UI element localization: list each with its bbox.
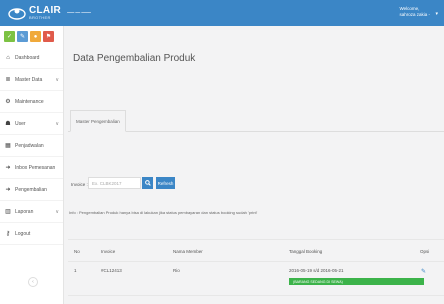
cogs-icon: ⚙ — [5, 99, 11, 105]
header-invoice: Invoice — [101, 249, 116, 254]
refresh-button[interactable]: Refresh — [156, 177, 175, 189]
arrow-right-icon: ➜ — [5, 165, 11, 171]
header-no: No — [74, 249, 80, 254]
sidebar-shortcuts: ✓ ✎ ● ⚑ — [0, 26, 63, 42]
table-header: No Invoice Nama Member Tanggal Booking O… — [68, 239, 444, 262]
returns-table: No Invoice Nama Member Tanggal Booking O… — [68, 239, 444, 296]
logo-mark-icon — [8, 6, 26, 20]
search-button[interactable] — [142, 177, 153, 189]
sidebar-item-master-data[interactable]: ≣ Master Data ∨ — [0, 69, 63, 91]
sidebar-item-logout[interactable]: ⚷ Logout — [0, 223, 63, 245]
flag-icon: ⚑ — [45, 34, 52, 40]
table-row: 1 #CL12413 Rio 2016-05-19 s/d 2016-05-21… — [68, 262, 444, 296]
top-navbar: CLAIR BROTHER ━━━ ━━ ━━━━ Welcome, sahro… — [0, 0, 444, 26]
calendar-icon: ▦ — [5, 143, 11, 149]
row-invoice: #CL12413 — [101, 268, 122, 273]
header-member: Nama Member — [173, 249, 203, 254]
grid-icon: ▥ — [5, 209, 11, 215]
sidebar-item-label: Pengembalian — [15, 186, 47, 193]
sidebar-item-label: Logout — [15, 230, 31, 237]
pencil-icon: ✎ — [19, 34, 26, 40]
sidebar-item-label: Laporan — [15, 208, 34, 215]
row-no: 1 — [74, 268, 77, 273]
main-content: Data Pengembalian Produk Master Pengemba… — [64, 26, 444, 304]
search-icon — [144, 180, 151, 186]
shortcut-pencil-button[interactable]: ✎ — [17, 31, 28, 42]
arrow-right-icon: ➜ — [5, 187, 11, 193]
chevron-left-icon: ‹ — [32, 279, 34, 285]
sidebar-item-pengembalian[interactable]: ➜ Pengembalian — [0, 179, 63, 201]
brand-name: CLAIR — [29, 5, 62, 16]
sidebar-item-label: Inbox Pemesanan — [15, 164, 56, 171]
sidebar-item-dashboard[interactable]: ⌂ Dashboard — [0, 47, 63, 69]
edit-icon[interactable]: ✎ — [421, 268, 426, 275]
row-date: 2016-05-19 s/d 2016-05-21 — [289, 268, 344, 273]
shortcut-check-button[interactable]: ✓ — [4, 31, 15, 42]
sidebar-item-label: Dashboard — [15, 54, 40, 61]
chevron-down-icon: ∨ — [55, 208, 59, 215]
header-date: Tanggal Booking — [289, 249, 323, 254]
chevron-down-icon: ∨ — [55, 120, 59, 127]
brand-logo[interactable]: CLAIR BROTHER ━━━ ━━ ━━━━ — [8, 4, 91, 22]
list-icon: ≣ — [5, 77, 11, 83]
sidebar-menu: ⌂ Dashboard ≣ Master Data ∨ ⚙ Maintenance ☗ User… — [0, 47, 63, 245]
sidebar-item-label: Maintenance — [15, 98, 44, 105]
header-options: Opsi — [420, 249, 430, 254]
sidebar-item-user[interactable]: ☗ User ∨ — [0, 113, 63, 135]
shortcut-user-button[interactable]: ● — [30, 31, 41, 42]
sidebar-item-laporan[interactable]: ▥ Laporan ∨ — [0, 201, 63, 223]
users-icon: ☗ — [5, 121, 11, 127]
home-icon: ⌂ — [6, 54, 10, 61]
chevron-down-icon: ∨ — [55, 76, 59, 83]
key-icon: ⚷ — [5, 231, 11, 237]
user-menu[interactable]: Welcome, sahroza zakia - ▾ — [399, 6, 438, 18]
sidebar-item-label: Penjadwalan — [15, 142, 44, 149]
sidebar-item-penjadwalan[interactable]: ▦ Penjadwalan — [0, 135, 63, 157]
info-text: Info : Pengembalian Produk hanya bisa di… — [69, 210, 258, 215]
invoice-input[interactable]: Ex. CLBK2017 — [88, 177, 141, 189]
user-name: sahroza zakia - — [399, 12, 430, 17]
sidebar-item-label: User — [15, 120, 26, 127]
page-title: Data Pengembalian Produk — [73, 53, 196, 64]
status-badge: (BARANG SEDANG DI SEWA) — [289, 278, 424, 285]
shortcut-flag-button[interactable]: ⚑ — [43, 31, 54, 42]
invoice-label: Invoice : — [71, 182, 88, 187]
check-icon: ✓ — [6, 34, 13, 40]
caret-down-icon: ▾ — [435, 11, 438, 17]
tab-master-pengembalian[interactable]: Master Pengembalian — [70, 110, 126, 132]
sidebar-item-label: Master Data — [15, 76, 43, 83]
sidebar: ✓ ✎ ● ⚑ ⌂ Dashboard ≣ Master Data ∨ ⚙ Maintenance… — [0, 26, 64, 304]
brand-tagline: ━━━ ━━ ━━━━ — [67, 10, 91, 15]
row-member: Rio — [173, 268, 180, 273]
sidebar-item-inbox-pemesanan[interactable]: ➜ Inbox Pemesanan — [0, 157, 63, 179]
user-icon: ● — [33, 33, 38, 40]
sidebar-collapse-button[interactable]: ‹ — [28, 277, 38, 287]
sidebar-item-maintenance[interactable]: ⚙ Maintenance — [0, 91, 63, 113]
